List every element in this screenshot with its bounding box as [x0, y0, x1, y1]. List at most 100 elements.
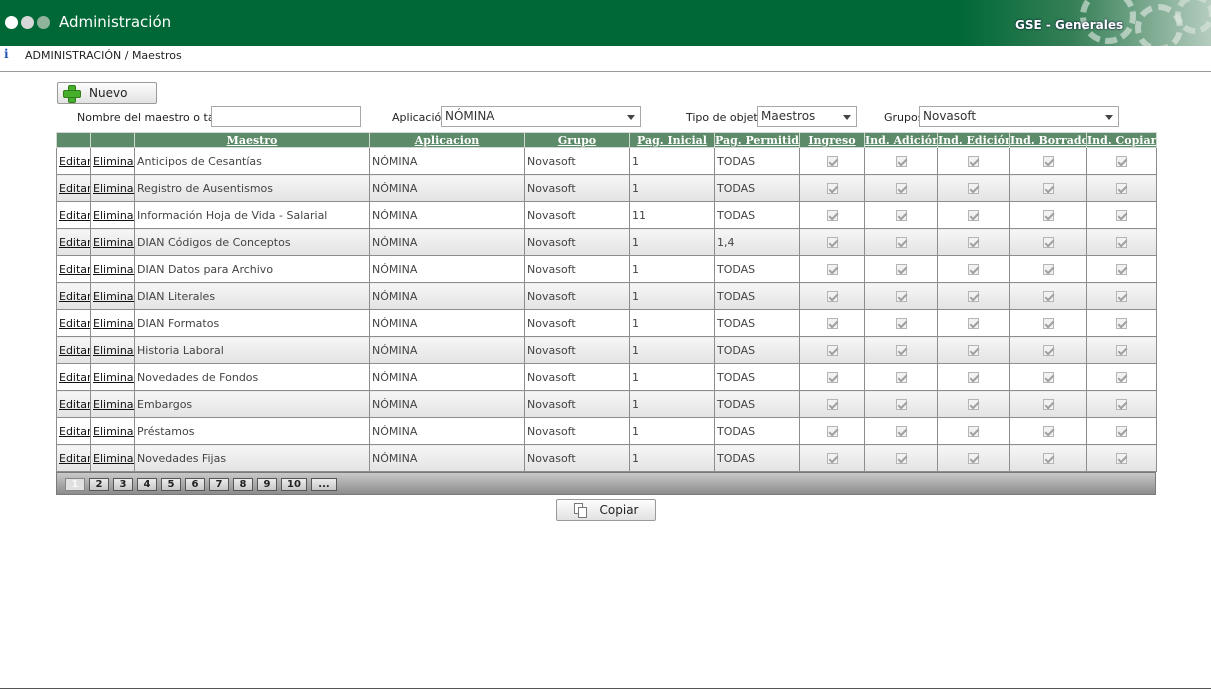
delete-cell: Eliminar — [90, 174, 135, 202]
page-button[interactable]: 6 — [185, 478, 205, 491]
column-header-pag-permitida[interactable]: Pag. Permitida — [714, 132, 800, 148]
column-header-ind-copiar[interactable]: Ind. Copiar — [1086, 132, 1157, 148]
app-header: Administración GSE - Generales — [0, 0, 1211, 46]
checkbox-cell — [799, 444, 865, 472]
delete-link[interactable]: Eliminar — [93, 236, 134, 249]
table-row: Editar Eliminar Novedades Fijas NÓMINA Novas… — [56, 444, 1157, 472]
checkbox-cell — [799, 147, 865, 175]
name-filter-label: Nombre del maestro o tabla — [77, 111, 232, 124]
delete-link[interactable]: Eliminar — [93, 155, 134, 168]
module-title: GSE - Generales — [1015, 18, 1124, 32]
app-title: Administración — [59, 13, 172, 31]
edit-link[interactable]: Editar — [59, 425, 90, 438]
page-button[interactable]: 8 — [233, 478, 253, 491]
delete-link[interactable]: Eliminar — [93, 371, 134, 384]
cell-aplicacion: NÓMINA — [369, 282, 525, 310]
checkbox-cell — [1009, 174, 1087, 202]
ingreso-checkbox — [826, 210, 838, 221]
checkbox-cell — [864, 444, 938, 472]
delete-link[interactable]: Eliminar — [93, 452, 134, 465]
delete-cell: Eliminar — [90, 201, 135, 229]
page-button[interactable]: 9 — [257, 478, 277, 491]
checkbox-cell — [799, 309, 865, 337]
edit-link[interactable]: Editar — [59, 209, 90, 222]
column-header-ind-adicion[interactable]: Ind. Adición — [864, 132, 938, 148]
type-filter-select[interactable]: Maestros — [757, 106, 857, 127]
page-button[interactable]: 2 — [89, 478, 109, 491]
checkbox-cell — [799, 174, 865, 202]
edit-link[interactable]: Editar — [59, 290, 90, 303]
edicion-checkbox — [968, 237, 979, 248]
column-header-maestro[interactable]: Maestro — [134, 132, 370, 148]
column-header-pag-inicial[interactable]: Pag. Inicial — [629, 132, 715, 148]
copy-button[interactable]: Copiar — [556, 499, 656, 521]
ingreso-checkbox — [826, 453, 838, 464]
delete-link[interactable]: Eliminar — [93, 182, 134, 195]
edit-link[interactable]: Editar — [59, 317, 90, 330]
name-filter-input[interactable] — [211, 106, 361, 127]
column-header-ind-edicion[interactable]: Ind. Edición — [937, 132, 1010, 148]
app-filter-select[interactable]: NÓMINA — [441, 106, 641, 127]
edit-link[interactable]: Editar — [59, 263, 90, 276]
delete-cell: Eliminar — [90, 147, 135, 175]
cell-pag-inicial: 1 — [629, 255, 715, 283]
checkbox-cell — [864, 282, 938, 310]
borrado-checkbox — [1042, 264, 1054, 275]
group-filter-select[interactable]: Novasoft — [919, 106, 1119, 127]
page-button[interactable]: 4 — [137, 478, 157, 491]
info-icon[interactable]: i — [4, 47, 14, 61]
delete-link[interactable]: Eliminar — [93, 317, 134, 330]
borrado-checkbox — [1042, 183, 1054, 194]
page-button[interactable]: 10 — [281, 478, 307, 491]
window-dots — [5, 16, 50, 29]
cell-aplicacion: NÓMINA — [369, 363, 525, 391]
edit-link[interactable]: Editar — [59, 452, 90, 465]
page-button[interactable]: 1 — [65, 478, 85, 491]
copiar-checkbox — [1116, 264, 1127, 275]
checkbox-cell — [1009, 390, 1087, 418]
edit-link[interactable]: Editar — [59, 236, 90, 249]
cell-grupo: Novasoft — [524, 174, 630, 202]
edit-cell: Editar — [56, 309, 91, 337]
borrado-checkbox — [1042, 156, 1054, 167]
checkbox-cell — [799, 255, 865, 283]
cell-grupo: Novasoft — [524, 309, 630, 337]
delete-link[interactable]: Eliminar — [93, 290, 134, 303]
edit-link[interactable]: Editar — [59, 182, 90, 195]
new-button[interactable]: Nuevo — [57, 82, 157, 104]
edit-link[interactable]: Editar — [59, 398, 90, 411]
checkbox-cell — [937, 336, 1010, 364]
delete-link[interactable]: Eliminar — [93, 398, 134, 411]
delete-cell: Eliminar — [90, 444, 135, 472]
edit-link[interactable]: Editar — [59, 155, 90, 168]
page-button[interactable]: 3 — [113, 478, 133, 491]
cell-pag-permitida: TODAS — [714, 309, 800, 337]
edit-link[interactable]: Editar — [59, 371, 90, 384]
page-button[interactable]: 5 — [161, 478, 181, 491]
column-header-ind-borrado[interactable]: Ind. Borrado — [1009, 132, 1087, 148]
edit-link[interactable]: Editar — [59, 344, 90, 357]
delete-link[interactable]: Eliminar — [93, 209, 134, 222]
checkbox-cell — [1009, 201, 1087, 229]
edit-cell: Editar — [56, 174, 91, 202]
delete-link[interactable]: Eliminar — [93, 344, 134, 357]
page-button[interactable]: ... — [311, 478, 337, 491]
cell-maestro: Anticipos de Cesantías — [134, 147, 370, 175]
delete-link[interactable]: Eliminar — [93, 263, 134, 276]
checkbox-cell — [1086, 201, 1157, 229]
delete-link[interactable]: Eliminar — [93, 425, 134, 438]
column-header-ingreso[interactable]: Ingreso — [799, 132, 865, 148]
cell-maestro: Registro de Ausentismos — [134, 174, 370, 202]
checkbox-cell — [1086, 255, 1157, 283]
copiar-checkbox — [1116, 318, 1127, 329]
page-button[interactable]: 7 — [209, 478, 229, 491]
cell-grupo: Novasoft — [524, 147, 630, 175]
column-header-aplicacion[interactable]: Aplicacion — [369, 132, 525, 148]
cell-maestro: DIAN Códigos de Conceptos — [134, 228, 370, 256]
group-filter-label: Grupos — [884, 111, 924, 124]
ingreso-checkbox — [826, 291, 838, 302]
edicion-checkbox — [968, 318, 979, 329]
column-header-grupo[interactable]: Grupo — [524, 132, 630, 148]
checkbox-cell — [1009, 336, 1087, 364]
checkbox-cell — [1086, 417, 1157, 445]
